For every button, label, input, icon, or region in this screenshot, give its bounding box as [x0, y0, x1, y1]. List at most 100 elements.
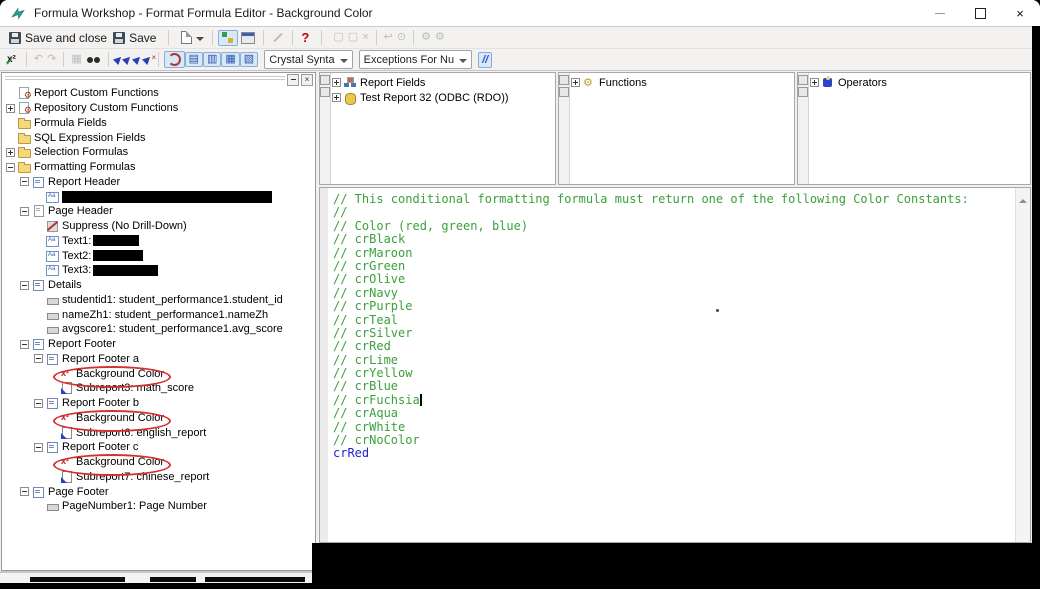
tree-item[interactable]: Subreport6: english_report [2, 425, 313, 440]
toggle-sort-button[interactable] [163, 51, 185, 68]
minus-expander-icon[interactable] [34, 398, 43, 408]
tree-item[interactable]: Formatting Formulas [2, 160, 313, 175]
minus-expander-icon[interactable] [20, 487, 29, 497]
minus-expander-icon[interactable] [20, 280, 29, 290]
expand-button: ⊙ [396, 31, 407, 43]
tree-item[interactable]: Formula Fields [2, 116, 313, 131]
tree-item-content: Report Custom Functions [18, 87, 159, 101]
tree-item[interactable]: Text1: [2, 234, 313, 249]
section-icon [32, 338, 45, 351]
panel-grip[interactable] [5, 76, 285, 81]
minus-expander-icon[interactable] [6, 162, 15, 172]
panel-splitter[interactable] [798, 73, 809, 184]
tree-item[interactable]: nameZh1: student_performance1.nameZh [2, 307, 313, 322]
expand-button[interactable] [559, 87, 569, 97]
text-icon [46, 191, 59, 203]
tree-item[interactable]: Text2: [2, 248, 313, 263]
tree-item[interactable]: Background Color [2, 409, 313, 432]
toggle-field-trees-button[interactable] [218, 29, 239, 46]
panel-tree-item[interactable]: Functions [571, 75, 792, 90]
use-expert-button[interactable] [269, 31, 287, 44]
save-and-close-button[interactable]: Save and close [6, 30, 110, 46]
collapse-button[interactable] [559, 75, 569, 85]
panel-tree-item[interactable]: Report Fields [332, 75, 553, 90]
formula-editor[interactable]: // This conditional formatting formula m… [319, 187, 1031, 543]
tree-item[interactable]: Text3: [2, 263, 313, 278]
find-button[interactable] [84, 54, 103, 65]
check-syntax-button[interactable]: x² [4, 53, 21, 68]
clear-sort-button[interactable]: ▶ × [141, 53, 156, 67]
plus-expander-icon[interactable] [6, 103, 15, 113]
tree-item[interactable]: Page Header [2, 204, 313, 219]
show-function-tree-button[interactable]: ▥ [202, 52, 222, 67]
show-operator-tree-button[interactable]: ▦ [221, 52, 240, 67]
help-button[interactable]: ? [298, 29, 312, 46]
tree-item[interactable]: Subreport7: chinese_report [2, 470, 313, 485]
maximize-button[interactable] [960, 0, 1000, 26]
new-formula-button[interactable] [178, 29, 207, 46]
functions-panel: Functions [558, 72, 795, 185]
minimize-button[interactable] [920, 0, 960, 26]
minus-expander-icon[interactable] [20, 206, 29, 216]
tree-item[interactable]: Background Color [2, 365, 313, 388]
tree-item[interactable]: Background Color [2, 454, 313, 477]
tree-item[interactable]: SQL Expression Fields [2, 130, 313, 145]
section-icon [32, 176, 45, 188]
syntax-dropdown[interactable]: Crystal Synta [264, 50, 353, 69]
tree-item[interactable]: Report Footer c [2, 440, 313, 455]
redacted-status-text [205, 577, 305, 582]
close-button[interactable]: × [1000, 0, 1040, 26]
tree-item[interactable]: Repository Custom Functions [2, 101, 313, 116]
panel-splitter[interactable] [559, 73, 570, 184]
panel-tree-item[interactable]: Test Report 32 (ODBC (RDO)) [332, 90, 553, 105]
expand-button[interactable] [320, 87, 330, 97]
tree-item[interactable]: Report Footer a [2, 352, 313, 367]
operators-panel: Operators [797, 72, 1031, 185]
expand-button[interactable] [798, 87, 808, 97]
collapse-button[interactable] [320, 75, 330, 85]
tree-item[interactable]: Page Footer [2, 484, 313, 499]
plus-expander-icon[interactable] [332, 93, 341, 102]
minus-expander-icon[interactable] [34, 354, 43, 364]
dropdown-arrow-icon[interactable] [196, 37, 205, 45]
report-window-icon [241, 31, 256, 44]
collapse-button[interactable] [798, 75, 808, 85]
plus-expander-icon[interactable] [332, 78, 341, 87]
tree-item[interactable] [2, 189, 313, 204]
comment-line: // crPurple [333, 299, 413, 314]
panel-minimize-button[interactable] [287, 74, 299, 86]
tree-item[interactable]: Details [2, 278, 313, 293]
tree-item-content: Background Color [53, 409, 171, 432]
comment-button[interactable]: // [478, 51, 493, 68]
panel-splitter[interactable] [320, 73, 331, 184]
tree-item[interactable]: studentid1: student_performance1.student… [2, 293, 313, 308]
tree-item[interactable]: avgscore1: student_performance1.avg_scor… [2, 322, 313, 337]
panel-close-button[interactable]: × [301, 74, 313, 86]
comment-line: // crGreen [333, 258, 406, 273]
minus-expander-icon[interactable] [20, 177, 29, 187]
tree-item[interactable]: Selection Formulas [2, 145, 313, 160]
show-workshop-tree-button[interactable]: ▧ [239, 52, 259, 67]
tree-item[interactable]: Report Footer [2, 337, 313, 352]
plus-expander-icon[interactable] [571, 78, 580, 87]
minus-expander-icon[interactable] [34, 442, 43, 452]
exceptions-dropdown[interactable]: Exceptions For Nu [358, 50, 473, 69]
panel-tree-item[interactable]: Operators [810, 75, 1028, 90]
editor-scrollbar[interactable] [1015, 188, 1030, 542]
show-field-tree-button[interactable]: ▤ [184, 52, 203, 67]
plus-expander-icon[interactable] [810, 78, 819, 87]
formula-text[interactable]: // This conditional formatting formula m… [333, 192, 1014, 542]
report-fields-panel: Report Fields Test Report 32 (ODBC (RDO)) [319, 72, 556, 185]
save-button[interactable]: Save [110, 30, 159, 46]
scroll-up-arrow-icon[interactable] [1019, 195, 1027, 203]
tree-item[interactable]: Report Custom Functions [2, 86, 313, 101]
tree-item-label: Report Footer b [62, 397, 140, 410]
tree-item[interactable]: Suppress (No Drill-Down) [2, 219, 313, 234]
tree-item[interactable]: Subreport3: math_score [2, 381, 313, 396]
minus-expander-icon[interactable] [20, 339, 29, 349]
plus-expander-icon[interactable] [6, 147, 15, 157]
formula-expert-button[interactable] [238, 31, 258, 45]
tree-item[interactable]: PageNumber1: Page Number [2, 499, 313, 514]
tree-item[interactable]: Report Header [2, 175, 313, 190]
tree-item[interactable]: Report Footer b [2, 396, 313, 411]
